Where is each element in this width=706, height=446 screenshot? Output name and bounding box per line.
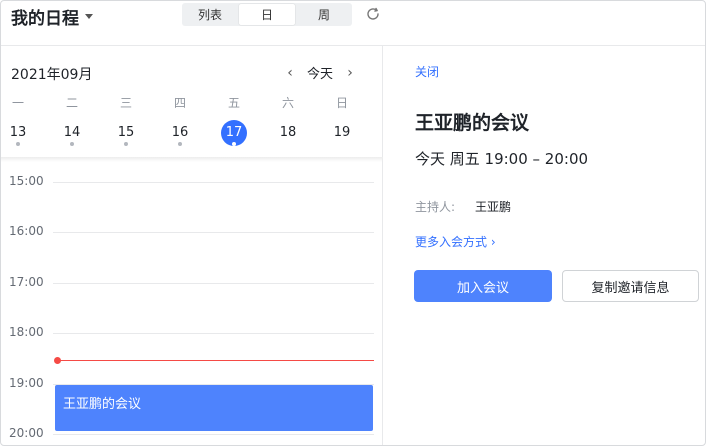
date-number: 17 xyxy=(225,125,243,140)
hour-row: 15:00 xyxy=(1,174,383,188)
day-column: 三 15 xyxy=(101,94,151,146)
hour-row: 16:00 xyxy=(1,224,383,238)
event-title: 王亚鹏的会议 xyxy=(415,112,530,134)
calendar-window: 我的日程 列表 日 周 2021年09月 ‹ 今天 › 一 13 二 14 三 … xyxy=(0,0,706,446)
event-block[interactable]: 王亚鹏的会议 xyxy=(55,385,373,431)
calendar-selector[interactable]: 我的日程 xyxy=(11,4,93,29)
hour-label: 20:00 xyxy=(9,426,44,440)
caret-down-icon xyxy=(85,14,93,19)
month-label: 2021年09月 xyxy=(11,67,93,83)
weekday-label: 一 xyxy=(11,96,24,110)
date-cell[interactable]: 16 xyxy=(167,120,193,146)
chevron-left-icon[interactable]: ‹ xyxy=(281,64,299,82)
hour-gridline xyxy=(53,232,374,233)
copy-invite-button[interactable]: 复制邀请信息 xyxy=(562,270,699,302)
refresh-icon[interactable] xyxy=(365,6,381,22)
event-detail-panel: 关闭 王亚鹏的会议 今天 周五 19:00 – 20:00 主持人: 王亚鹏 更… xyxy=(384,46,705,445)
hour-gridline xyxy=(53,182,374,183)
day-column: 一 13 xyxy=(1,94,43,146)
app-title: 我的日程 xyxy=(11,9,79,29)
event-time: 今天 周五 19:00 – 20:00 xyxy=(415,150,589,168)
close-link[interactable]: 关闭 xyxy=(415,63,439,80)
date-cell[interactable]: 15 xyxy=(113,120,139,146)
hour-gridline xyxy=(53,333,374,334)
day-column: 五 17 xyxy=(209,94,259,146)
hour-row: 18:00 xyxy=(1,325,383,339)
event-dot xyxy=(70,142,74,146)
chevron-right-icon[interactable]: › xyxy=(341,64,359,82)
date-number: 19 xyxy=(333,125,351,140)
day-column: 六 18 xyxy=(263,94,313,146)
hour-label: 17:00 xyxy=(9,275,44,289)
date-number: 14 xyxy=(63,125,81,140)
date-number: 15 xyxy=(117,125,135,140)
host-name: 王亚鹏 xyxy=(475,200,512,214)
date-cell[interactable]: 14 xyxy=(59,120,85,146)
date-cell[interactable]: 13 xyxy=(5,120,31,146)
event-dot xyxy=(178,142,182,146)
hour-label: 19:00 xyxy=(9,376,44,390)
host-label: 主持人: xyxy=(415,200,456,214)
hour-gridline xyxy=(53,283,374,284)
hour-row: 20:00 xyxy=(1,426,383,440)
weekday-label: 二 xyxy=(65,96,78,110)
date-cell[interactable]: 18 xyxy=(275,120,301,146)
day-column: 二 14 xyxy=(47,94,97,146)
header-bar: 我的日程 列表 日 周 xyxy=(1,1,705,46)
weekday-label: 日 xyxy=(335,96,348,110)
date-number: 18 xyxy=(279,125,297,140)
weekday-label: 三 xyxy=(119,96,132,110)
hour-label: 16:00 xyxy=(9,224,44,238)
event-dot xyxy=(124,142,128,146)
tab-list[interactable]: 列表 xyxy=(182,3,238,26)
day-view-panel: 2021年09月 ‹ 今天 › 一 13 二 14 三 15 四 16 五 17… xyxy=(1,46,383,445)
hour-row: 17:00 xyxy=(1,275,383,289)
tab-week[interactable]: 周 xyxy=(296,3,352,26)
day-column: 四 16 xyxy=(155,94,205,146)
event-dot xyxy=(232,142,236,146)
join-meeting-button[interactable]: 加入会议 xyxy=(414,270,552,302)
tab-day[interactable]: 日 xyxy=(239,4,295,25)
weekday-label: 六 xyxy=(281,96,294,110)
date-number: 16 xyxy=(171,125,189,140)
day-column: 日 19 xyxy=(317,94,367,146)
week-strip: 一 13 二 14 三 15 四 16 五 17 六 18 日 19 xyxy=(1,94,383,160)
date-navigator: ‹ 今天 › xyxy=(281,63,359,83)
date-cell-today[interactable]: 17 xyxy=(221,120,247,146)
event-dot xyxy=(16,142,20,146)
hour-timeline[interactable]: 15:00 16:00 17:00 18:00 19:00 20:00 王亚鹏的… xyxy=(1,164,383,445)
view-switcher: 列表 日 周 xyxy=(182,3,352,26)
date-number: 13 xyxy=(9,125,27,140)
weekday-label: 五 xyxy=(227,96,240,110)
date-cell[interactable]: 19 xyxy=(329,120,355,146)
today-button[interactable]: 今天 xyxy=(307,63,333,82)
hour-label: 18:00 xyxy=(9,325,44,339)
current-time-line xyxy=(58,360,374,361)
hour-label: 15:00 xyxy=(9,174,44,188)
hour-gridline xyxy=(53,434,374,435)
host-row: 主持人: 王亚鹏 xyxy=(415,198,511,215)
weekday-label: 四 xyxy=(173,96,186,110)
event-block-title: 王亚鹏的会议 xyxy=(63,397,142,412)
more-join-options-link[interactable]: 更多入会方式 › xyxy=(415,233,496,250)
week-strip-shadow xyxy=(1,157,383,162)
